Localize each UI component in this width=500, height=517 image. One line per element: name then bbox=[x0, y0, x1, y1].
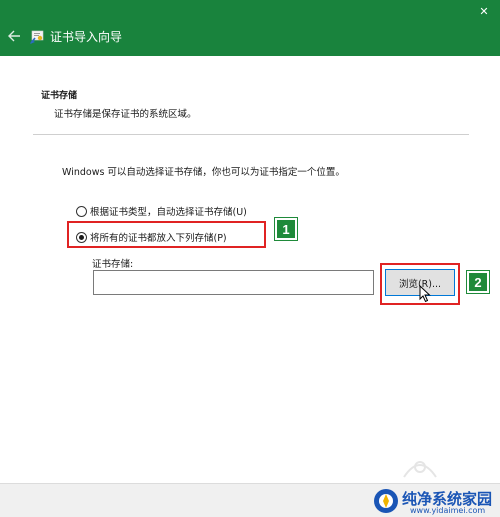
close-icon[interactable]: ✕ bbox=[478, 6, 490, 18]
certificate-store-input[interactable] bbox=[93, 270, 374, 295]
radio-auto-select[interactable]: 根据证书类型，自动选择证书存储(U) bbox=[76, 203, 247, 219]
highlight-box-browse bbox=[380, 263, 460, 305]
intro-text: Windows 可以自动选择证书存储，你也可以为证书指定一个位置。 bbox=[62, 167, 345, 178]
radio-auto-select-label: 根据证书类型，自动选择证书存储(U) bbox=[90, 207, 247, 218]
title-bar: 证书导入向导 ✕ bbox=[0, 0, 500, 56]
step-badge-2: 2 bbox=[466, 270, 490, 294]
header-divider bbox=[33, 134, 469, 135]
watermark-url: www.yidaimei.com bbox=[410, 506, 486, 515]
certificate-icon bbox=[30, 29, 46, 45]
step-badge-1: 1 bbox=[274, 217, 298, 241]
highlight-box-radio bbox=[67, 221, 266, 248]
section-title: 证书存储 bbox=[41, 91, 78, 101]
radio-button-unchecked[interactable] bbox=[76, 205, 87, 217]
watermark-faint-icon bbox=[400, 453, 440, 481]
back-arrow-icon[interactable] bbox=[7, 29, 21, 43]
window-title: 证书导入向导 bbox=[50, 30, 123, 44]
watermark-logo-icon bbox=[373, 488, 399, 514]
certificate-store-label: 证书存储: bbox=[92, 259, 134, 270]
section-description: 证书存储是保存证书的系统区域。 bbox=[54, 109, 197, 120]
